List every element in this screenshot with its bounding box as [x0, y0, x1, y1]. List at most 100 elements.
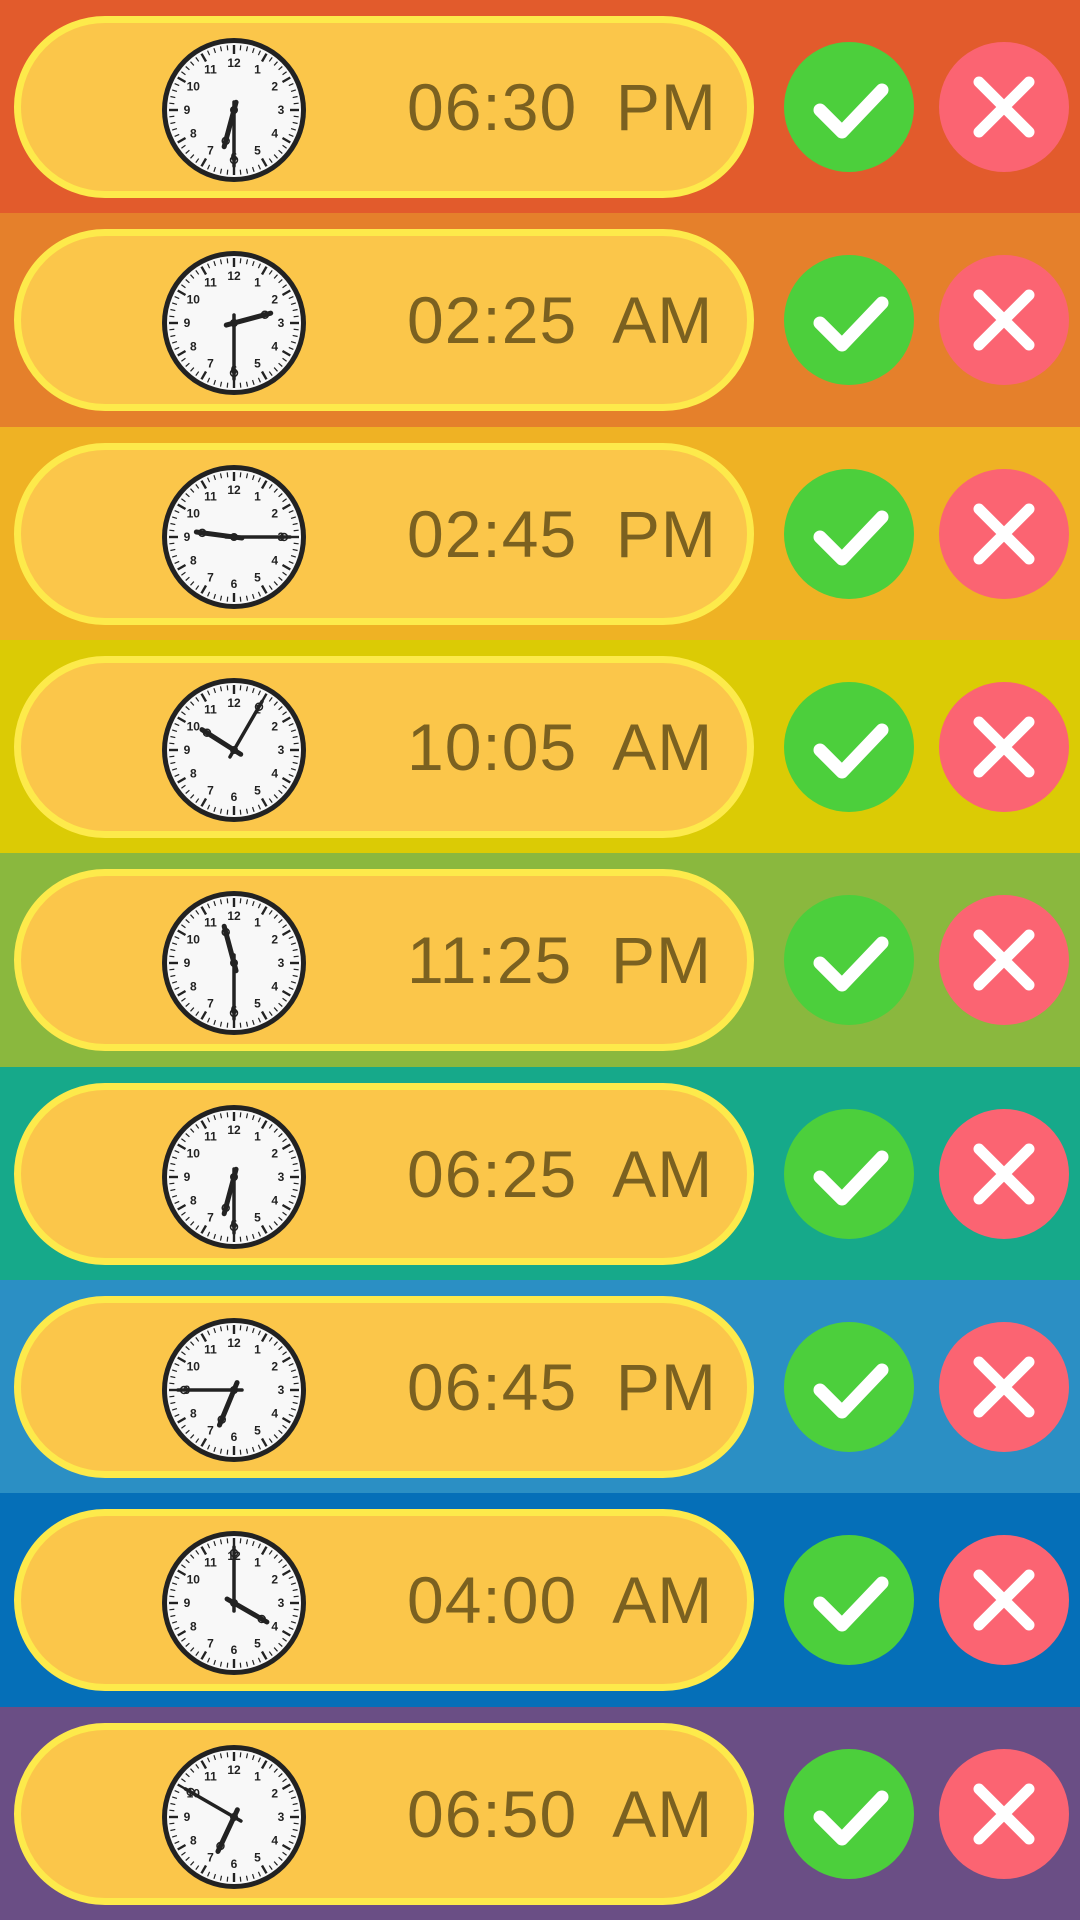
svg-text:3: 3 — [278, 1810, 285, 1824]
svg-text:7: 7 — [207, 1850, 214, 1864]
svg-text:9: 9 — [184, 530, 191, 544]
alarm-time-pill[interactable]: 123456789101112 06:25 AM — [14, 1082, 754, 1265]
svg-text:1: 1 — [254, 1556, 261, 1570]
alarm-time-pill[interactable]: 123456789101112 10:05 AM — [14, 655, 754, 838]
reject-button[interactable] — [939, 1321, 1069, 1452]
alarm-time-value: 04:00 — [407, 1563, 578, 1638]
alarm-time-pill[interactable]: 123456789101112 06:45 PM — [14, 1295, 754, 1478]
accept-button[interactable] — [784, 1108, 914, 1239]
svg-text:11: 11 — [204, 1129, 217, 1143]
x-icon — [973, 929, 1035, 991]
svg-text:10: 10 — [187, 1359, 201, 1373]
alarm-period-value: PM — [615, 70, 717, 144]
reject-button[interactable] — [939, 1108, 1069, 1239]
svg-text:1: 1 — [254, 489, 261, 503]
alarm-row: 123456789101112 04:00 AM — [0, 1493, 1080, 1707]
svg-text:9: 9 — [184, 1170, 191, 1184]
alarm-time-label: 02:45 PM — [407, 450, 717, 618]
svg-text:2: 2 — [271, 1146, 278, 1160]
svg-text:11: 11 — [204, 1556, 217, 1570]
alarm-time-pill[interactable]: 123456789101112 06:50 AM — [14, 1722, 754, 1905]
alarm-period-value: PM — [610, 923, 712, 998]
svg-text:4: 4 — [271, 980, 278, 994]
svg-text:9: 9 — [184, 316, 191, 330]
alarm-time-pill[interactable]: 123456789101112 11:25 PM — [14, 869, 754, 1052]
checkmark-icon — [813, 83, 889, 139]
alarm-time-label: 06:45 PM — [407, 1303, 717, 1471]
alarm-time-pill[interactable]: 123456789101112 02:25 AM — [14, 229, 754, 412]
svg-text:8: 8 — [190, 1620, 197, 1634]
alarm-time-label: 06:50 AM — [407, 1730, 713, 1898]
clock-face-icon: 123456789101112 — [162, 1531, 306, 1676]
svg-text:12: 12 — [227, 696, 241, 710]
alarm-time-value: 02:25 — [407, 283, 578, 358]
reject-button[interactable] — [939, 895, 1069, 1026]
svg-text:2: 2 — [271, 719, 278, 733]
svg-text:5: 5 — [254, 144, 261, 158]
x-icon — [973, 1356, 1035, 1418]
reject-button[interactable] — [939, 1535, 1069, 1666]
svg-text:8: 8 — [190, 1193, 197, 1207]
svg-text:9: 9 — [184, 1810, 191, 1824]
reject-button[interactable] — [939, 42, 1069, 172]
svg-text:7: 7 — [207, 1637, 214, 1651]
svg-text:4: 4 — [271, 553, 278, 567]
svg-text:1: 1 — [254, 1769, 261, 1783]
svg-text:4: 4 — [271, 127, 278, 141]
svg-text:8: 8 — [190, 1833, 197, 1847]
svg-text:3: 3 — [278, 1383, 285, 1397]
accept-button[interactable] — [784, 1321, 914, 1452]
svg-text:10: 10 — [187, 506, 201, 520]
x-icon — [973, 503, 1035, 565]
accept-button[interactable] — [784, 255, 914, 386]
x-icon — [973, 1143, 1035, 1205]
alarm-time-value: 10:05 — [407, 709, 578, 784]
accept-button[interactable] — [784, 42, 914, 172]
accept-button[interactable] — [784, 1748, 914, 1879]
alarm-period-value: AM — [612, 1776, 714, 1851]
svg-text:12: 12 — [227, 1336, 241, 1350]
accept-button[interactable] — [784, 681, 914, 812]
reject-button[interactable] — [939, 255, 1069, 386]
svg-text:8: 8 — [190, 1406, 197, 1420]
svg-text:8: 8 — [190, 340, 197, 354]
alarm-row: 123456789101112 06:45 PM — [0, 1279, 1080, 1494]
svg-text:3: 3 — [278, 956, 285, 970]
x-icon — [973, 716, 1035, 778]
svg-text:6: 6 — [231, 1643, 238, 1657]
alarm-time-value: 11:25 — [407, 923, 573, 998]
svg-text:4: 4 — [271, 1193, 278, 1207]
svg-text:12: 12 — [227, 1763, 241, 1777]
svg-text:10: 10 — [187, 1573, 201, 1587]
alarm-time-label: 04:00 AM — [407, 1516, 713, 1684]
svg-text:2: 2 — [271, 1573, 278, 1587]
accept-button[interactable] — [784, 1535, 914, 1666]
alarm-time-pill[interactable]: 123456789101112 02:45 PM — [14, 442, 754, 625]
svg-text:1: 1 — [254, 276, 261, 290]
svg-text:3: 3 — [278, 1596, 285, 1610]
checkmark-icon — [813, 1576, 889, 1632]
checkmark-icon — [813, 723, 889, 779]
alarm-time-label: 10:05 AM — [407, 663, 713, 831]
svg-text:10: 10 — [187, 719, 201, 733]
reject-button[interactable] — [939, 468, 1069, 599]
svg-text:12: 12 — [227, 483, 241, 497]
reject-button[interactable] — [939, 1748, 1069, 1879]
svg-text:4: 4 — [271, 1406, 278, 1420]
alarm-time-value: 06:25 — [407, 1136, 578, 1211]
svg-text:5: 5 — [254, 784, 261, 798]
accept-button[interactable] — [784, 895, 914, 1026]
accept-button[interactable] — [784, 468, 914, 599]
reject-button[interactable] — [939, 681, 1069, 812]
svg-text:5: 5 — [254, 1424, 261, 1438]
alarm-time-pill[interactable]: 123456789101112 04:00 AM — [14, 1509, 754, 1692]
alarm-time-pill[interactable]: 123456789101112 06:30 PM — [14, 16, 754, 198]
alarm-list: 123456789101112 06:30 PM 123456789101112… — [0, 0, 1080, 1920]
svg-text:3: 3 — [278, 743, 285, 757]
svg-text:9: 9 — [184, 956, 191, 970]
svg-text:2: 2 — [271, 933, 278, 947]
x-icon — [973, 1783, 1035, 1845]
svg-text:1: 1 — [254, 62, 261, 76]
clock-face-icon: 123456789101112 — [162, 464, 306, 609]
alarm-time-value: 06:45 — [407, 1349, 578, 1424]
